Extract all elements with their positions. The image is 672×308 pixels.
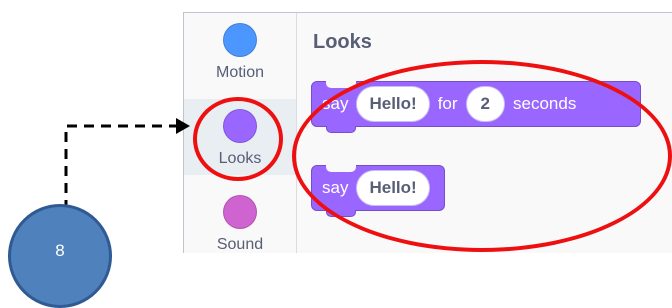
step-number-marker: 8 — [8, 204, 112, 308]
arrow-head-icon — [176, 118, 190, 134]
step-number: 8 — [55, 241, 65, 260]
dashed-arrow-line — [64, 124, 176, 210]
dashed-arrow-connector — [64, 118, 190, 210]
